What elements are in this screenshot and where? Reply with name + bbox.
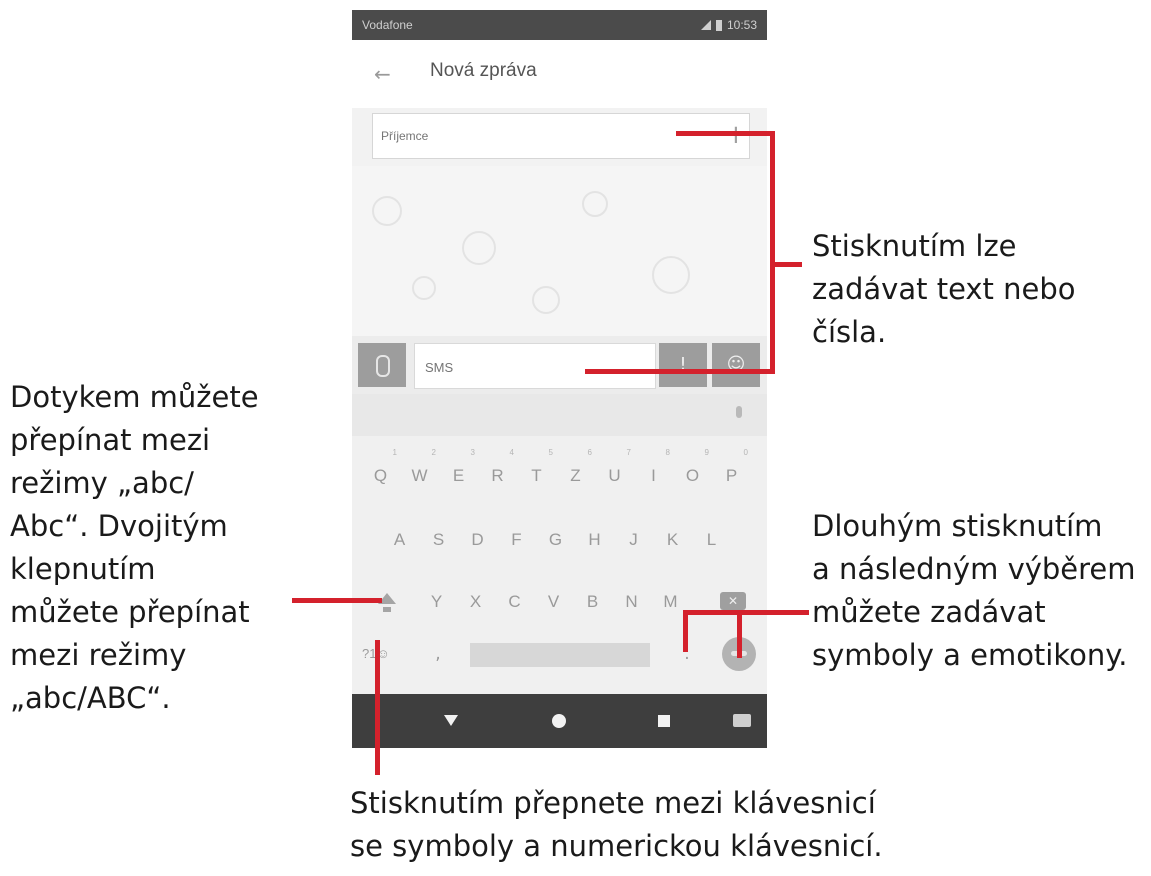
callout-line: [676, 131, 774, 136]
callout-line: [292, 598, 382, 603]
doodle-icon: [582, 191, 608, 217]
key-u[interactable]: U7: [598, 448, 631, 494]
key-v[interactable]: V: [537, 584, 570, 620]
paperclip-icon: [376, 355, 390, 377]
callout-line: [770, 131, 775, 374]
key-h[interactable]: H: [578, 522, 611, 558]
backspace-icon: ✕: [728, 594, 739, 608]
battery-icon: [715, 19, 722, 31]
send-button[interactable]: ☺: [712, 343, 760, 387]
callout-line: [775, 262, 802, 267]
key-o[interactable]: O9: [676, 448, 709, 494]
key-b[interactable]: B: [576, 584, 609, 620]
doodle-icon: [412, 276, 436, 300]
shift-icon-base: [383, 607, 391, 612]
carrier-label: Vodafone: [362, 18, 413, 32]
spacebar[interactable]: [470, 643, 650, 667]
key-y[interactable]: Y: [420, 584, 453, 620]
backspace-key[interactable]: ✕: [720, 592, 746, 610]
sms-field[interactable]: [414, 343, 699, 389]
doodle-icon: [462, 231, 496, 265]
callout-line: [683, 614, 688, 652]
callout-line: [585, 369, 775, 374]
keyboard-switch-icon[interactable]: [733, 714, 751, 727]
navigation-bar: [352, 694, 767, 748]
recipient-input[interactable]: [379, 124, 683, 148]
callout-symbols-emoticons: Dlouhým stisknutím a následným výběrem m…: [812, 509, 1136, 672]
callout-keyboard-switch: Stisknutím přepnete mezi klávesnicí se s…: [350, 786, 883, 863]
key-j[interactable]: J: [617, 522, 650, 558]
callout-line: [375, 640, 380, 775]
key-s[interactable]: S: [422, 522, 455, 558]
doodle-icon: [372, 196, 402, 226]
signal-icon: [700, 20, 711, 30]
app-bar: ← Nová zpráva: [352, 40, 767, 108]
callout-text-input: Stisknutím lze zadávat text nebo čísla.: [812, 229, 1076, 349]
attach-button[interactable]: [358, 343, 406, 387]
callout-line: [737, 610, 742, 658]
doodle-icon: [652, 256, 690, 294]
conversation-area: [352, 166, 767, 336]
suggestion-strip: [352, 394, 767, 436]
priority-button[interactable]: !: [659, 343, 707, 387]
key-l[interactable]: L: [695, 522, 728, 558]
nav-home-icon[interactable]: [552, 714, 566, 728]
key-a[interactable]: A: [383, 522, 416, 558]
key-i[interactable]: I8: [637, 448, 670, 494]
symbols-key[interactable]: ?1☺: [362, 639, 406, 669]
key-c[interactable]: C: [498, 584, 531, 620]
nav-recents-icon[interactable]: [658, 715, 670, 727]
comma-key[interactable]: ,: [428, 639, 448, 669]
key-x[interactable]: X: [459, 584, 492, 620]
compose-bar: ! ☺: [352, 336, 767, 394]
shift-key[interactable]: [372, 589, 402, 619]
page-title: Nová zpráva: [430, 60, 537, 81]
nav-back-icon[interactable]: [444, 715, 458, 726]
clock: 10:53: [726, 18, 757, 32]
status-icons: 10:53: [700, 18, 757, 32]
keyboard: Q1 W2 E3 R4 T5 Z6 U7 I8 O9 P0 A S D F G …: [352, 394, 767, 694]
key-f[interactable]: F: [500, 522, 533, 558]
key-w[interactable]: W2: [403, 448, 436, 494]
arrow-back-icon[interactable]: ←: [374, 62, 391, 86]
doodle-icon: [532, 286, 560, 314]
phone-screenshot: Vodafone 10:53 ← Nová zpráva + !: [352, 10, 767, 748]
sms-input[interactable]: [423, 355, 607, 379]
key-q[interactable]: Q1: [364, 448, 397, 494]
microphone-icon[interactable]: [736, 406, 742, 418]
recipient-field[interactable]: +: [372, 113, 750, 159]
key-e[interactable]: E3: [442, 448, 475, 494]
key-z[interactable]: Z6: [559, 448, 592, 494]
callout-shift: Dotykem můžete přepínat mezi režimy „abc…: [10, 380, 259, 715]
key-d[interactable]: D: [461, 522, 494, 558]
key-n[interactable]: N: [615, 584, 648, 620]
callout-line: [683, 610, 809, 615]
key-k[interactable]: K: [656, 522, 689, 558]
key-g[interactable]: G: [539, 522, 572, 558]
key-p[interactable]: P0: [715, 448, 748, 494]
key-r[interactable]: R4: [481, 448, 514, 494]
status-bar: Vodafone 10:53: [352, 10, 767, 40]
key-t[interactable]: T5: [520, 448, 553, 494]
